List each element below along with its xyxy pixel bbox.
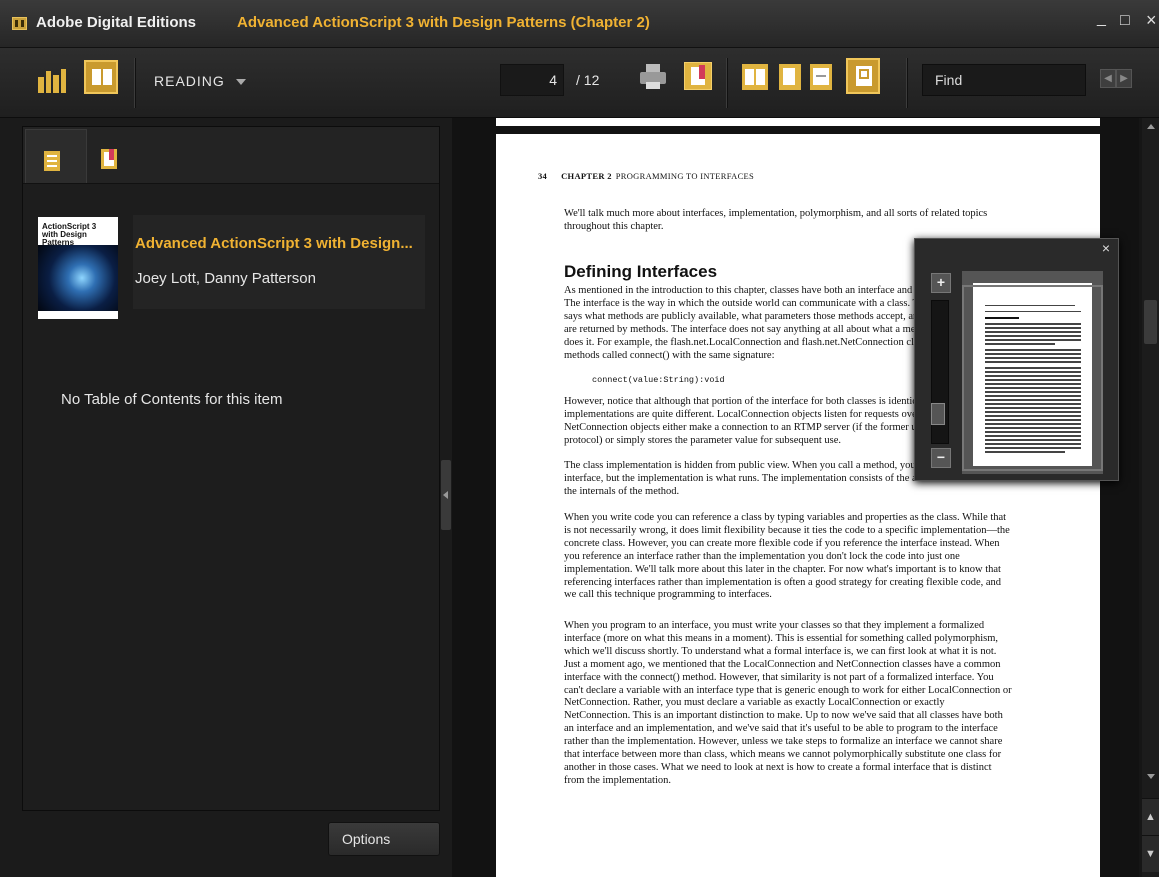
scroll-down-icon[interactable]: [1142, 768, 1159, 786]
reader-area: 34 CHAPTER 2 PROGRAMMING TO INTERFACES We'…: [452, 118, 1139, 877]
cover-title: ActionScript 3 with Design Patterns: [42, 222, 97, 247]
page-navigator-window[interactable]: × + −: [914, 238, 1119, 481]
section-heading: Defining Interfaces: [564, 262, 718, 281]
vertical-scrollbar[interactable]: ▲ ▼: [1142, 118, 1159, 877]
previous-page-button[interactable]: ▲: [1142, 798, 1159, 835]
sidebar: ActionScript 3 with Design Patterns Adva…: [0, 118, 452, 877]
tab-table-of-contents[interactable]: [25, 129, 87, 183]
page-number-input[interactable]: 4: [500, 64, 564, 96]
close-button[interactable]: ×: [1146, 10, 1157, 31]
chapter-title: PROGRAMMING TO INTERFACES: [615, 171, 755, 181]
find-next-button[interactable]: ▶: [1116, 69, 1132, 88]
scrollbar-thumb[interactable]: [1144, 300, 1157, 344]
next-page-button[interactable]: ▼: [1142, 835, 1159, 872]
sidebar-tabs: [23, 127, 439, 184]
single-page-icon[interactable]: [779, 64, 801, 90]
minimize-button[interactable]: _: [1097, 10, 1106, 28]
two-page-spread-icon[interactable]: [742, 64, 768, 90]
scroll-up-icon[interactable]: [1142, 118, 1159, 136]
options-button[interactable]: Options: [328, 822, 440, 856]
fit-width-icon[interactable]: [810, 64, 832, 90]
paragraph-5: When you program to an interface, you mu…: [564, 620, 1012, 786]
table-of-contents-icon: [44, 151, 60, 171]
title-bar: Adobe Digital Editions Advanced ActionSc…: [0, 0, 1159, 48]
close-icon[interactable]: ×: [1102, 240, 1110, 256]
page-total: / 12: [576, 72, 600, 88]
sidebar-collapse-handle[interactable]: [441, 460, 451, 530]
fit-page-icon[interactable]: [846, 58, 880, 94]
page-number: 34: [538, 171, 548, 181]
library-view-icon[interactable]: [38, 69, 66, 93]
book-title[interactable]: Advanced ActionScript 3 with Design...: [135, 235, 413, 252]
chapter-label: CHAPTER 2: [561, 171, 612, 181]
running-head: 34 CHAPTER 2 PROGRAMMING TO INTERFACES: [538, 171, 754, 181]
find-input[interactable]: Find: [922, 64, 1086, 96]
reading-view-icon[interactable]: [84, 60, 118, 94]
find-previous-button[interactable]: ◀: [1100, 69, 1116, 88]
book-list-item[interactable]: [133, 215, 425, 309]
print-icon[interactable]: [640, 64, 666, 90]
zoom-out-button[interactable]: −: [931, 448, 951, 468]
chevron-down-icon[interactable]: [236, 79, 246, 85]
document-title: Advanced ActionScript 3 with Design Patt…: [237, 14, 650, 31]
intro-paragraph: We'll talk much more about interfaces, i…: [564, 208, 988, 232]
toolbar: READING 4 / 12 Find ◀ ▶: [0, 48, 1159, 118]
no-toc-message: No Table of Contents for this item: [61, 391, 283, 408]
bookmark-icon[interactable]: [684, 62, 712, 90]
paragraph-4: When you write code you can reference a …: [564, 512, 1010, 601]
app-name: Adobe Digital Editions: [36, 14, 196, 31]
tab-bookmarks[interactable]: [91, 129, 153, 183]
book-author: Joey Lott, Danny Patterson: [135, 270, 316, 287]
zoom-in-button[interactable]: +: [931, 273, 951, 293]
previous-page-edge: [496, 118, 1100, 126]
maximize-button[interactable]: □: [1120, 12, 1130, 30]
bookmarks-icon: [101, 149, 117, 169]
book-cover: ActionScript 3 with Design Patterns: [38, 217, 118, 319]
viewport-frame[interactable]: [962, 285, 1103, 471]
app-book-icon: [12, 17, 27, 30]
sidebar-panel: ActionScript 3 with Design Patterns Adva…: [22, 126, 440, 811]
reading-mode-dropdown[interactable]: READING: [154, 73, 225, 89]
page-thumbnail[interactable]: [962, 271, 1103, 474]
zoom-slider-thumb[interactable]: [931, 403, 945, 425]
